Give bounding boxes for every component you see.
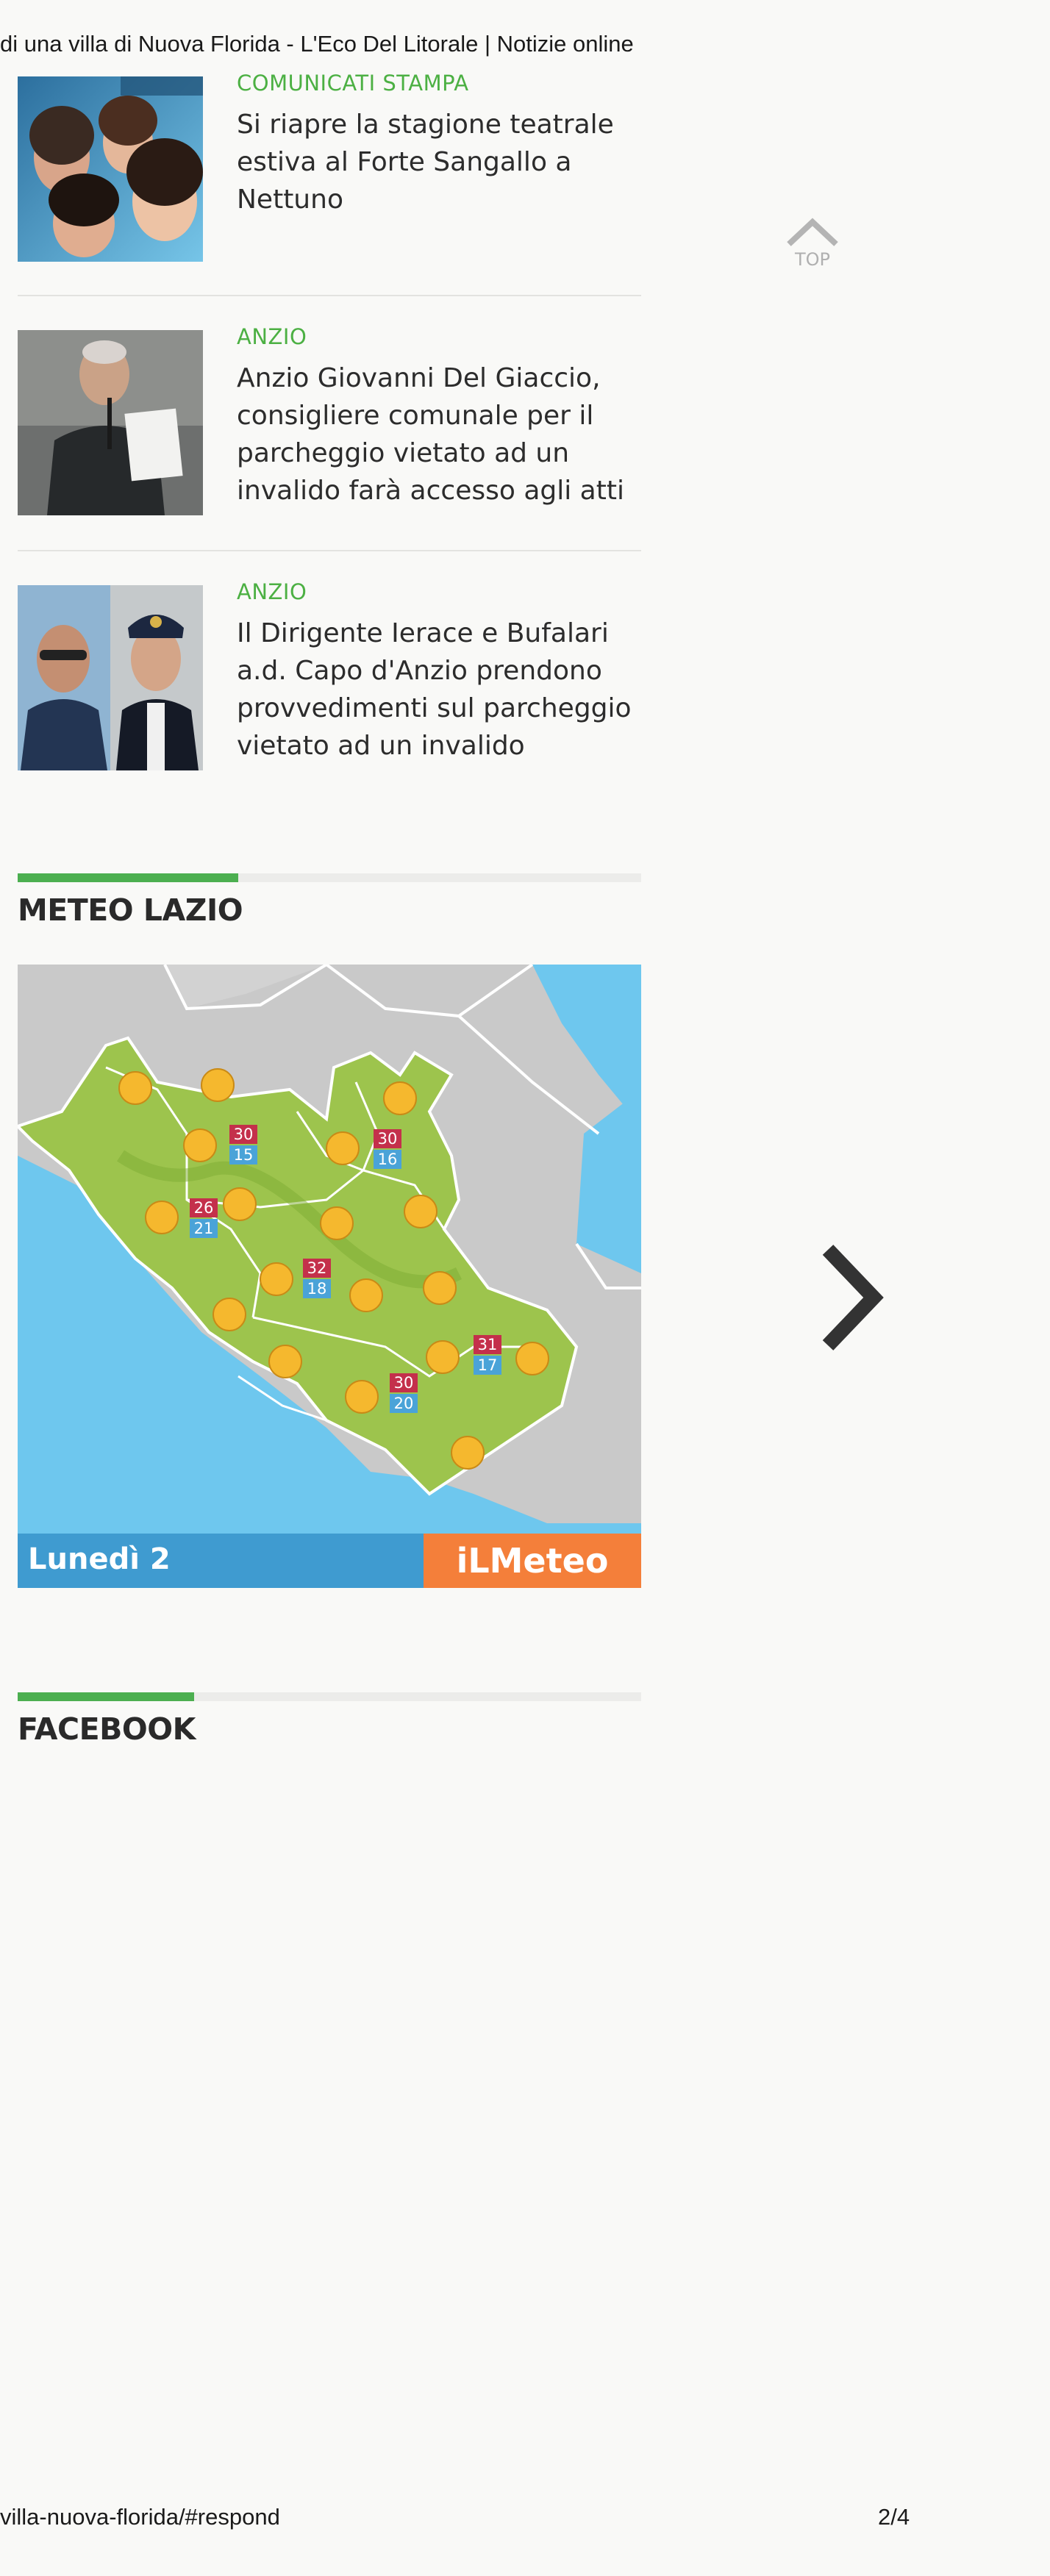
weather-day-label: Lunedì 2 xyxy=(28,1542,171,1576)
news-item[interactable]: ANZIO Il Dirigente Ierace e Bufalari a.d… xyxy=(18,550,641,770)
max-temp: 30 xyxy=(374,1129,401,1148)
temp-badge: 31 17 xyxy=(474,1335,501,1375)
max-temp: 31 xyxy=(474,1335,501,1354)
print-header-title: di una villa di Nuova Florida - L'Eco De… xyxy=(0,31,634,57)
news-category[interactable]: ANZIO xyxy=(237,579,649,604)
news-item[interactable]: COMUNICATI STAMPA Si riapre la stagione … xyxy=(18,71,641,295)
temp-badge: 26 21 xyxy=(190,1198,218,1238)
temp-badge: 30 15 xyxy=(229,1125,257,1164)
facebook-section-header: FACEBOOK xyxy=(18,1692,641,1747)
temp-badge: 30 16 xyxy=(374,1129,401,1169)
weather-map-widget[interactable]: 30 15 30 16 26 21 32 18 31 17 30 20 Lune… xyxy=(18,965,641,1588)
chevron-up-icon xyxy=(787,218,838,246)
news-thumbnail[interactable] xyxy=(18,585,203,770)
min-temp: 15 xyxy=(229,1145,257,1164)
news-category[interactable]: ANZIO xyxy=(237,324,649,349)
back-to-top-button[interactable]: TOP xyxy=(779,215,846,270)
facebook-section-title: FACEBOOK xyxy=(18,1711,196,1747)
news-thumbnail[interactable] xyxy=(18,330,203,515)
max-temp: 26 xyxy=(190,1198,218,1217)
related-news-list: COMUNICATI STAMPA Si riapre la stagione … xyxy=(18,71,641,770)
ilmeteo-logo-name: Meteo xyxy=(489,1541,609,1581)
news-title[interactable]: Si riapre la stagione teatrale estiva al… xyxy=(237,106,649,218)
print-footer-url: villa-nuova-florida/#respond xyxy=(0,2504,280,2530)
max-temp: 30 xyxy=(229,1125,257,1144)
temp-badge: 30 20 xyxy=(390,1373,418,1413)
max-temp: 30 xyxy=(390,1373,418,1392)
meteo-section-title: METEO LAZIO xyxy=(18,892,243,928)
min-temp: 16 xyxy=(374,1150,401,1169)
min-temp: 20 xyxy=(390,1394,418,1413)
max-temp: 32 xyxy=(303,1259,331,1278)
news-thumbnail[interactable] xyxy=(18,76,203,262)
chevron-right-icon xyxy=(822,1245,884,1350)
ilmeteo-logo[interactable]: iLMeteo xyxy=(424,1534,641,1588)
ilmeteo-logo-prefix: iL xyxy=(456,1541,490,1581)
print-page-number: 2/4 xyxy=(878,2504,910,2530)
next-slide-button[interactable] xyxy=(818,1242,885,1356)
min-temp: 17 xyxy=(474,1356,501,1375)
temp-badge: 32 18 xyxy=(303,1259,331,1298)
section-divider xyxy=(18,873,641,882)
weather-day-bar: Lunedì 2 iLMeteo xyxy=(18,1534,641,1588)
news-title[interactable]: Il Dirigente Ierace e Bufalari a.d. Capo… xyxy=(237,615,649,765)
meteo-section-header: METEO LAZIO xyxy=(18,873,641,928)
news-item[interactable]: ANZIO Anzio Giovanni Del Giaccio, consig… xyxy=(18,295,641,550)
news-title[interactable]: Anzio Giovanni Del Giaccio, consigliere … xyxy=(237,359,649,509)
news-category[interactable]: COMUNICATI STAMPA xyxy=(237,71,649,96)
section-divider xyxy=(18,1692,641,1701)
back-to-top-label: TOP xyxy=(794,249,831,270)
min-temp: 18 xyxy=(303,1279,331,1298)
min-temp: 21 xyxy=(190,1219,218,1238)
